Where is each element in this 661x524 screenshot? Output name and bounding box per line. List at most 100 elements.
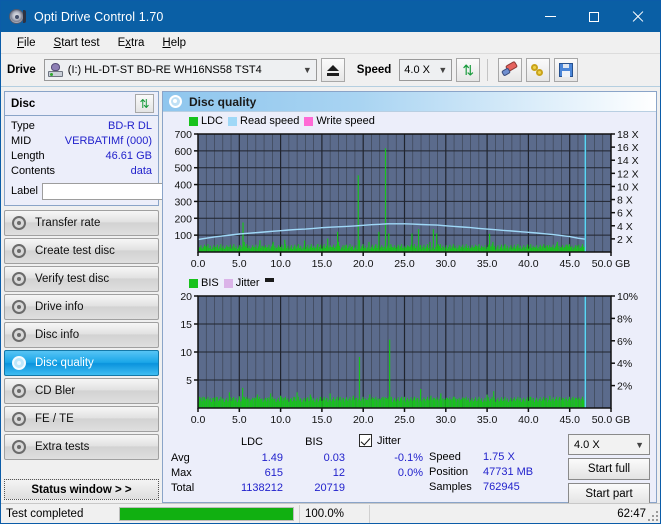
disc-icon bbox=[12, 216, 26, 230]
menu-start-test[interactable]: Start test bbox=[45, 35, 109, 51]
spacer-row bbox=[429, 434, 533, 449]
info-key-speed: Speed bbox=[429, 450, 461, 463]
sidebar-item-drive-info[interactable]: Drive info bbox=[4, 294, 159, 320]
svg-text:30.0: 30.0 bbox=[436, 258, 457, 270]
svg-text:16 X: 16 X bbox=[617, 142, 639, 154]
tools-button[interactable] bbox=[526, 58, 551, 82]
disc-field-type: Type BD-R DL bbox=[11, 119, 152, 134]
eject-button[interactable] bbox=[320, 58, 345, 82]
window-title: Opti Drive Control 1.70 bbox=[34, 9, 164, 24]
menu-file[interactable]: File bbox=[8, 35, 45, 51]
info-key-samples: Samples bbox=[429, 480, 472, 493]
empty-header bbox=[171, 434, 221, 451]
legend-swatch-bis bbox=[189, 278, 198, 288]
jitter-header-cell: Jitter bbox=[345, 434, 423, 451]
disc-icon bbox=[12, 272, 26, 286]
svg-text:35.0: 35.0 bbox=[477, 414, 498, 426]
sidebar-item-verify-test-disc[interactable]: Verify test disc bbox=[4, 266, 159, 292]
menu-extra[interactable]: Extra bbox=[109, 35, 154, 51]
sidebar-item-cd-bler[interactable]: CD Bler bbox=[4, 378, 159, 404]
minimize-button[interactable] bbox=[528, 1, 572, 32]
jitter-checkbox[interactable] bbox=[359, 434, 372, 447]
table-row: Total 1138212 20719 bbox=[171, 481, 423, 496]
svg-text:25.0: 25.0 bbox=[394, 258, 415, 270]
sidebar-item-disc-info[interactable]: Disc info bbox=[4, 322, 159, 348]
start-full-button[interactable]: Start full bbox=[568, 458, 650, 480]
svg-text:500: 500 bbox=[174, 163, 192, 175]
sidebar-item-create-test-disc[interactable]: Create test disc bbox=[4, 238, 159, 264]
sidebar-item-label: CD Bler bbox=[35, 385, 76, 397]
info-key-position: Position bbox=[429, 465, 469, 478]
sidebar-item-label: Drive info bbox=[35, 301, 84, 313]
progress-percent: 100.0% bbox=[299, 504, 369, 523]
svg-text:2 X: 2 X bbox=[617, 234, 633, 246]
svg-text:15.0: 15.0 bbox=[312, 258, 333, 270]
field-key: Contents bbox=[11, 165, 56, 177]
legend-label: BIS bbox=[201, 277, 219, 289]
sidebar-item-fe-te[interactable]: FE / TE bbox=[4, 406, 159, 432]
svg-text:5: 5 bbox=[186, 375, 192, 387]
svg-text:45.0: 45.0 bbox=[559, 414, 580, 426]
disc-icon bbox=[12, 412, 26, 426]
svg-text:10 X: 10 X bbox=[617, 181, 639, 193]
close-icon bbox=[632, 11, 644, 23]
sidebar-item-disc-quality[interactable]: Disc quality bbox=[4, 350, 159, 376]
legend-read-speed: Read speed bbox=[228, 115, 299, 127]
menu-help[interactable]: Help bbox=[153, 35, 195, 51]
refresh-icon: ⇅ bbox=[139, 96, 150, 111]
cell-ldc: 615 bbox=[264, 467, 283, 479]
svg-text:12 X: 12 X bbox=[617, 168, 639, 180]
svg-text:10%: 10% bbox=[617, 291, 638, 303]
close-button[interactable] bbox=[616, 1, 660, 32]
maximize-button[interactable] bbox=[572, 1, 616, 32]
disc-icon bbox=[12, 300, 26, 314]
save-button[interactable] bbox=[554, 58, 579, 82]
row-label: Max bbox=[171, 467, 192, 479]
chevron-down-icon: ▼ bbox=[302, 65, 312, 75]
bis-chart-legend: BIS Jitter bbox=[165, 276, 654, 290]
svg-text:10.0: 10.0 bbox=[270, 258, 291, 270]
disc-refresh-button[interactable]: ⇅ bbox=[135, 94, 154, 113]
status-window-button[interactable]: Status window > > bbox=[4, 479, 159, 500]
app-icon bbox=[9, 8, 26, 25]
page-title: Disc quality bbox=[189, 94, 257, 109]
legend-swatch-ldc bbox=[189, 116, 198, 126]
speed-select[interactable]: 4.0 X ▼ bbox=[399, 59, 453, 81]
sidebar-item-transfer-rate[interactable]: Transfer rate bbox=[4, 210, 159, 236]
field-key: MID bbox=[11, 135, 32, 147]
svg-text:18 X: 18 X bbox=[617, 129, 639, 141]
svg-text:5.0: 5.0 bbox=[232, 414, 247, 426]
drive-select[interactable]: (I:) HL-DT-ST BD-RE WH16NS58 TST4 ▼ bbox=[43, 59, 317, 81]
test-speed-select[interactable]: 4.0 X ▼ bbox=[568, 434, 650, 455]
window-controls bbox=[528, 1, 660, 32]
svg-text:10.0: 10.0 bbox=[270, 414, 291, 426]
cell-ldc: 1.49 bbox=[261, 452, 283, 464]
progress-bar-fill bbox=[120, 507, 293, 520]
svg-text:50.0 GB: 50.0 GB bbox=[592, 258, 631, 270]
svg-text:20.0: 20.0 bbox=[353, 258, 374, 270]
eject-icon bbox=[326, 64, 339, 76]
legend-bis: BIS bbox=[189, 277, 219, 289]
info-value-samples: 762945 bbox=[483, 480, 520, 493]
start-part-button[interactable]: Start part bbox=[568, 483, 650, 505]
table-row: Max 615 12 0.0% bbox=[171, 466, 423, 481]
resize-grip[interactable] bbox=[647, 510, 658, 521]
sidebar-item-label: Disc info bbox=[35, 329, 80, 341]
erase-button[interactable] bbox=[498, 58, 523, 82]
disc-quality-icon bbox=[169, 95, 182, 108]
disc-icon bbox=[12, 384, 26, 398]
sidebar-item-extra-tests[interactable]: Extra tests bbox=[4, 434, 159, 460]
cell-jitter bbox=[345, 481, 423, 496]
floppy-save-icon bbox=[559, 63, 574, 77]
svg-text:15.0: 15.0 bbox=[312, 414, 333, 426]
disc-icon bbox=[12, 244, 26, 258]
refresh-button[interactable]: ⇅ bbox=[456, 58, 481, 82]
drive-select-value: (I:) HL-DT-ST BD-RE WH16NS58 TST4 bbox=[67, 64, 262, 76]
disc-field-length: Length 46.61 GB bbox=[11, 149, 152, 164]
drive-label: Drive bbox=[7, 64, 36, 76]
error-stats-table: LDC BIS Jitter Avg 1.49 0.03 -0.1% Max 6… bbox=[171, 434, 423, 496]
eraser-icon bbox=[501, 60, 519, 77]
chevron-down-icon: ▼ bbox=[438, 65, 448, 75]
menu-bar: File Start test Extra Help bbox=[1, 32, 660, 54]
